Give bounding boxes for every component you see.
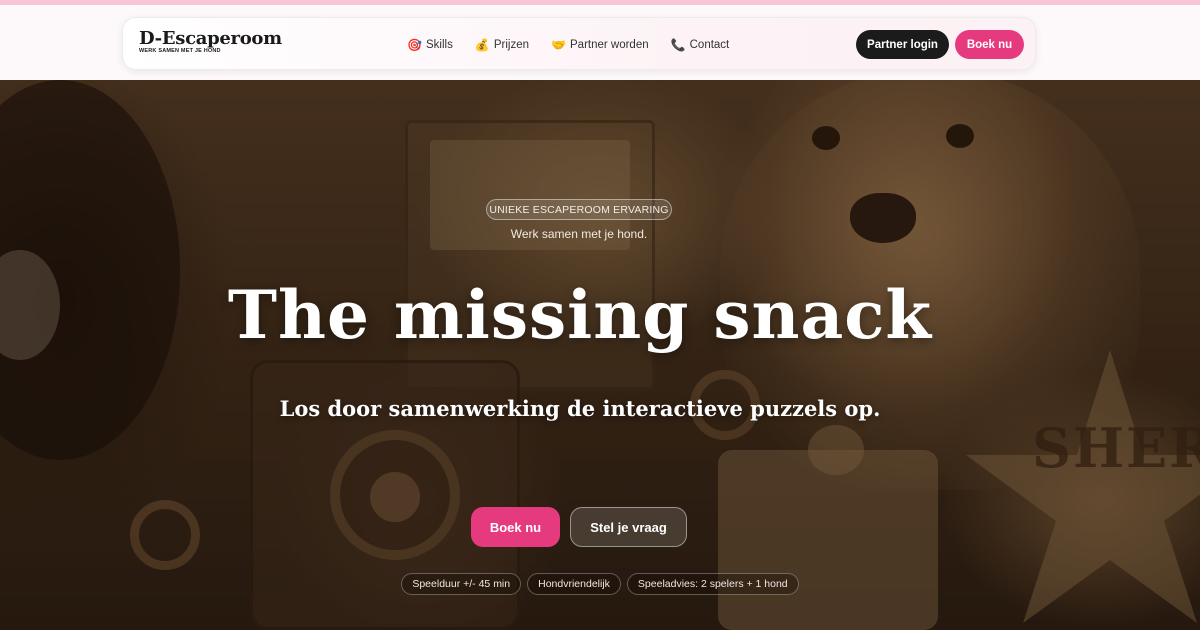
nav-item-label: Prijzen: [493, 38, 529, 51]
nav-item-label: Partner worden: [570, 38, 649, 51]
brand-name: D-Escaperoom: [139, 28, 282, 49]
brand-logo[interactable]: D-Escaperoom WERK SAMEN MET JE HOND: [139, 28, 282, 55]
navbar: D-Escaperoom WERK SAMEN MET JE HOND 🎯 Sk…: [122, 17, 1036, 70]
hero-title: The missing snack: [227, 276, 933, 354]
hero-tagline: Los door samenwerking de interactieve pu…: [279, 396, 881, 421]
phone-icon: 📞: [670, 37, 686, 52]
nav-item-contact[interactable]: 📞 Contact: [671, 38, 730, 52]
target-icon: 🎯: [407, 37, 422, 52]
nav-item-label: Skills: [426, 38, 453, 51]
chip-players: Speeladvies: 2 spelers + 1 hond: [626, 573, 799, 595]
hero-subtitle: Werk samen met je hond.: [510, 227, 648, 241]
money-bag-icon: 💰: [474, 37, 490, 52]
book-now-button[interactable]: Boek nu: [471, 507, 560, 547]
chip-duration: Speelduur +/- 45 min: [401, 573, 522, 595]
nav-item-prijzen[interactable]: 💰 Prijzen: [475, 38, 529, 52]
handshake-icon: 🤝: [551, 37, 566, 52]
nav-item-label: Contact: [689, 38, 730, 51]
ask-question-button[interactable]: Stel je vraag: [570, 507, 687, 547]
nav-item-skills[interactable]: 🎯 Skills: [407, 38, 453, 52]
info-chips: Speelduur +/- 45 min Hondvriendelijk Spe…: [0, 573, 1200, 595]
book-now-nav-button[interactable]: Boek nu: [955, 30, 1024, 59]
partner-login-button[interactable]: Partner login: [856, 30, 949, 59]
nav-item-partner-worden[interactable]: 🤝 Partner worden: [551, 38, 649, 52]
hero-content: UNIEKE ESCAPEROOM ERVARING Werk samen me…: [0, 80, 1200, 630]
hero-section: SHERIF UNIEKE ESCAPEROOM ERVARING Werk s…: [0, 80, 1200, 630]
chip-dog-friendly: Hondvriendelijk: [527, 573, 621, 595]
nav-menu: 🎯 Skills 💰 Prijzen 🤝 Partner worden 📞 Co…: [407, 18, 729, 71]
experience-badge: UNIEKE ESCAPEROOM ERVARING: [486, 199, 672, 220]
